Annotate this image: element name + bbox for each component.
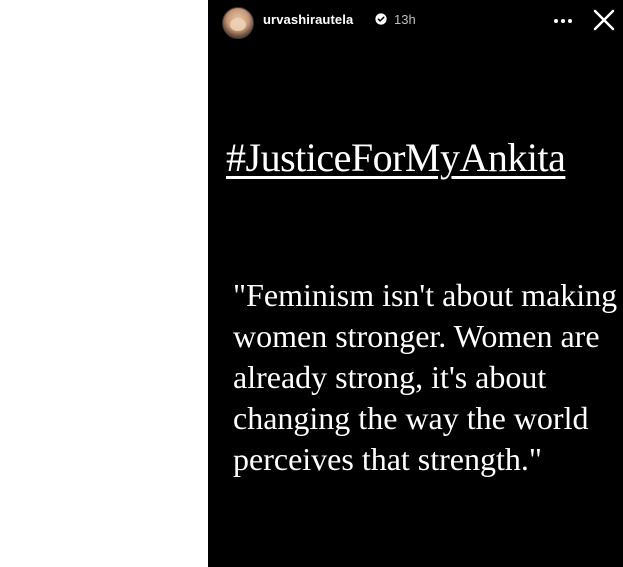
more-options-icon[interactable] xyxy=(552,10,574,32)
instagram-story: urvashirautela 13h #JusticeForMyAnkita "… xyxy=(208,0,623,567)
avatar[interactable] xyxy=(222,7,254,39)
story-header: urvashirautela 13h xyxy=(208,0,623,44)
page: urvashirautela 13h #JusticeForMyAnkita "… xyxy=(0,0,623,567)
verified-badge-icon xyxy=(375,13,387,25)
quote-text: "Feminism isn't about making women stron… xyxy=(233,277,618,477)
timestamp: 13h xyxy=(394,12,416,27)
hashtag-heading: #JusticeForMyAnkita xyxy=(226,135,566,180)
close-icon[interactable] xyxy=(591,7,617,33)
username[interactable]: urvashirautela xyxy=(263,12,353,27)
